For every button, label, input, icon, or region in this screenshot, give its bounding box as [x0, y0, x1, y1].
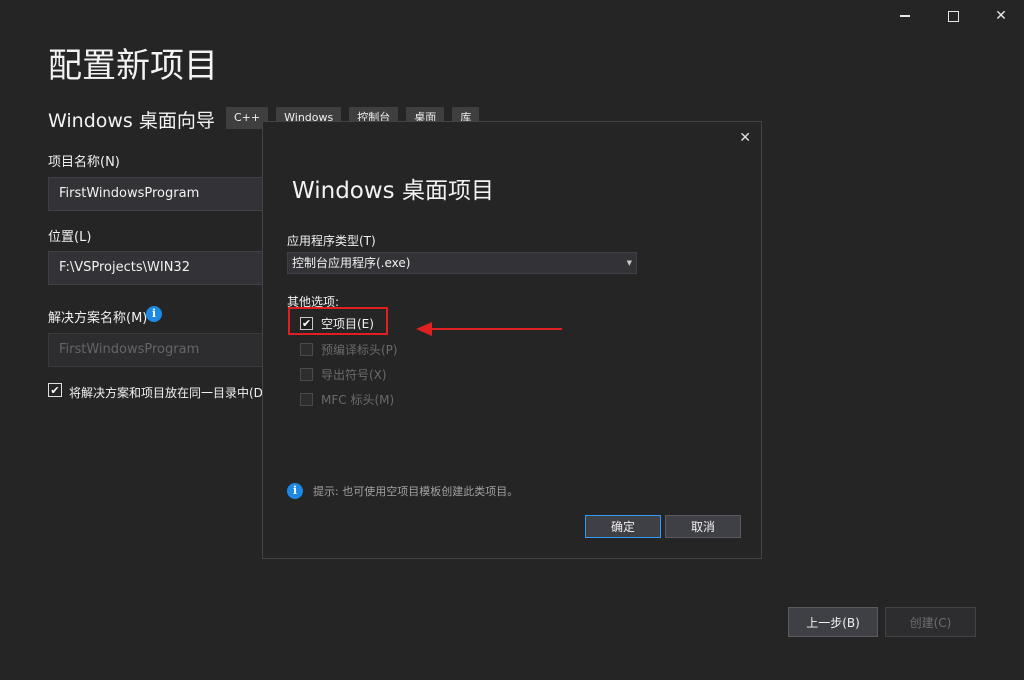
cancel-button[interactable]: 取消	[665, 515, 741, 538]
app-type-label: 应用程序类型(T)	[287, 234, 376, 248]
annotation-highlight-box	[288, 307, 388, 335]
mfc-headers-label: MFC 标头(M)	[321, 393, 395, 407]
annotation-arrow-line	[430, 328, 562, 330]
create-button[interactable]: 创建(C)	[885, 607, 976, 637]
maximize-button[interactable]	[930, 4, 976, 28]
ok-button[interactable]: 确定	[585, 515, 661, 538]
app-type-value: 控制台应用程序(.exe)	[292, 256, 411, 270]
project-name-input[interactable]: FirstWindowsProgram	[48, 177, 288, 211]
export-symbols-checkbox	[300, 368, 313, 381]
window-close-button[interactable]: ✕	[978, 4, 1024, 28]
annotation-arrow-icon	[416, 322, 432, 336]
close-icon: ✕	[995, 8, 1007, 24]
template-subtitle: Windows 桌面向导	[48, 110, 215, 132]
info-icon[interactable]: i	[146, 306, 162, 322]
previous-button[interactable]: 上一步(B)	[788, 607, 878, 637]
option-precompiled-header: 预编译标头(P)	[300, 341, 398, 358]
same-dir-checkbox-label[interactable]: 将解决方案和项目放在同一目录中(D	[69, 384, 263, 401]
dialog-title: Windows 桌面项目	[292, 178, 494, 204]
precompiled-header-label: 预编译标头(P)	[321, 343, 398, 357]
project-name-label: 项目名称(N)	[48, 155, 120, 170]
option-export-symbols: 导出符号(X)	[300, 366, 387, 383]
page-title: 配置新项目	[48, 46, 218, 86]
hint-row: i 提示: 也可使用空项目模板创建此类项目。	[287, 483, 518, 499]
minimize-button[interactable]	[882, 4, 928, 28]
option-mfc-headers: MFC 标头(M)	[300, 391, 394, 408]
solution-name-input: FirstWindowsProgram	[48, 333, 288, 367]
mfc-headers-checkbox	[300, 393, 313, 406]
info-icon: i	[287, 483, 303, 499]
dialog-close-icon[interactable]: ✕	[739, 130, 751, 146]
location-label: 位置(L)	[48, 230, 92, 245]
maximize-icon	[947, 10, 959, 22]
solution-name-label: 解决方案名称(M)	[48, 311, 148, 326]
app-type-select[interactable]: 控制台应用程序(.exe) ▼	[287, 252, 637, 274]
export-symbols-label: 导出符号(X)	[321, 368, 387, 382]
minimize-icon	[900, 15, 910, 17]
precompiled-header-checkbox	[300, 343, 313, 356]
same-dir-checkbox[interactable]: ✔	[48, 383, 62, 397]
check-icon: ✔	[50, 383, 60, 397]
hint-text: 提示: 也可使用空项目模板创建此类项目。	[313, 485, 519, 498]
windows-desktop-project-dialog: ✕ Windows 桌面项目 应用程序类型(T) 控制台应用程序(.exe) ▼…	[262, 121, 762, 559]
chevron-down-icon: ▼	[626, 259, 632, 267]
location-input[interactable]: F:\VSProjects\WIN32	[48, 251, 288, 285]
